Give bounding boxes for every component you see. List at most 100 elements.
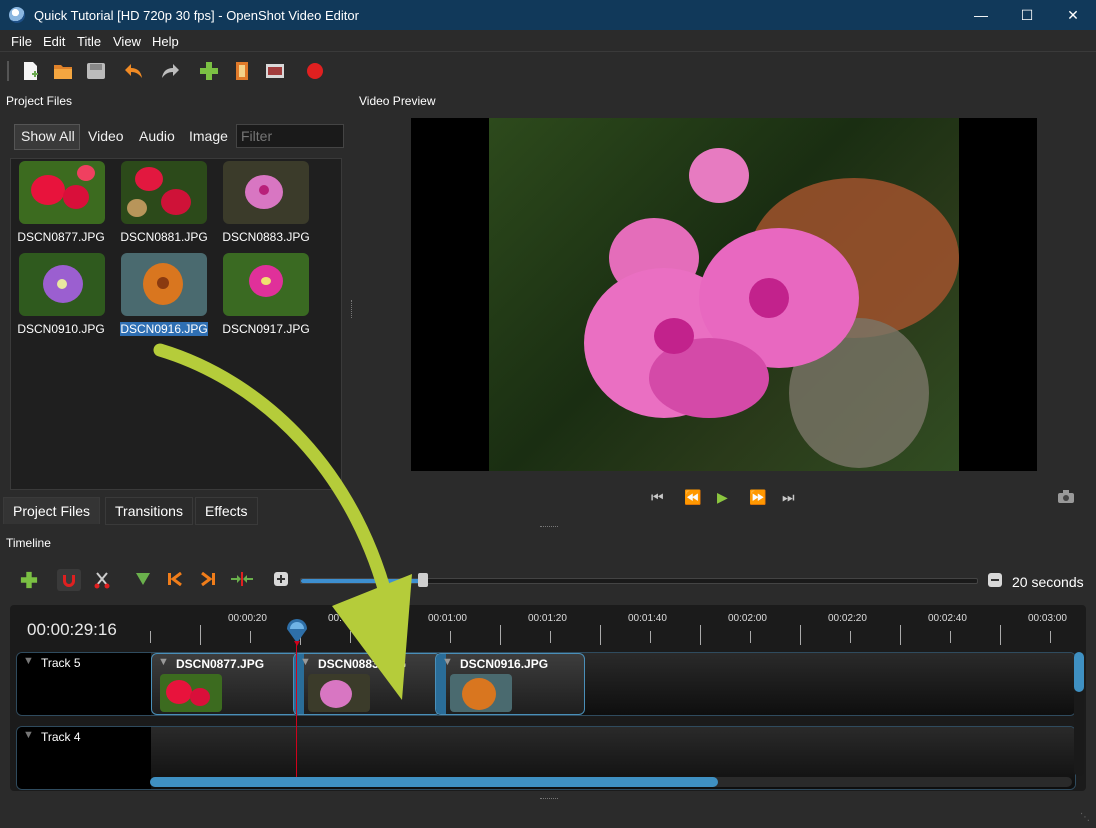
menu-help[interactable]: Help (152, 34, 179, 49)
timeline-area[interactable]: 00:00:29:16 00:00:20 00:00:40 00:01:00 0… (10, 605, 1086, 791)
file-thumbnail[interactable] (121, 253, 207, 316)
clip-thumbnail (160, 674, 222, 712)
ruler-label: 00:02:00 (728, 613, 767, 624)
clip-title: DSCN0883.JPG (318, 657, 407, 671)
jump-end-icon: ⏭ (782, 489, 795, 505)
file-thumbnail[interactable] (19, 161, 105, 224)
clip-thumbnail (450, 674, 512, 712)
menu-edit[interactable]: Edit (43, 34, 65, 49)
menu-view[interactable]: View (113, 34, 141, 49)
clip-title: DSCN0877.JPG (176, 657, 265, 671)
file-thumbnail[interactable] (121, 161, 207, 224)
track-collapse-icon[interactable]: ▼ (23, 655, 34, 667)
ruler-tick (400, 625, 401, 645)
file-thumbnail[interactable] (19, 253, 105, 316)
file-label: DSCN0910.JPG (17, 322, 105, 336)
track-5[interactable]: ▼ Track 5 ▼ DSCN0877.JPG ▼ DSCN0883.JPG … (16, 652, 1076, 716)
save-project-icon[interactable] (86, 61, 106, 81)
clip-menu-icon[interactable]: ▼ (442, 656, 453, 668)
main-toolbar (0, 51, 1096, 90)
timeline-clip[interactable]: ▼ DSCN0883.JPG (293, 653, 441, 715)
filter-audio[interactable]: Audio (134, 124, 180, 148)
play-button[interactable]: ▶ (717, 489, 728, 506)
video-preview-canvas[interactable] (411, 118, 1037, 471)
vertical-scrollbar[interactable] (1074, 652, 1084, 776)
ruler-tick (850, 631, 851, 643)
clip-menu-icon[interactable]: ▼ (158, 656, 169, 668)
jump-start-button[interactable]: ⏮ (651, 489, 664, 506)
resize-grip-icon[interactable]: ⋱ (1080, 812, 1090, 823)
horizontal-splitter[interactable] (540, 526, 558, 527)
horizontal-scrollbar-thumb[interactable] (150, 777, 718, 787)
minimize-icon: — (974, 7, 988, 23)
rewind-button[interactable]: ⏪ (684, 489, 701, 506)
ruler-label: 00:00:40 (328, 613, 367, 624)
redo-icon[interactable] (160, 61, 180, 81)
center-playhead-icon[interactable] (230, 572, 254, 586)
jump-start-icon: ⏮ (651, 489, 664, 505)
tab-effects[interactable]: Effects (195, 497, 258, 525)
ruler-label: 00:02:20 (828, 613, 867, 624)
razor-icon[interactable] (94, 571, 110, 589)
file-thumbnail[interactable] (223, 161, 309, 224)
track-header[interactable]: ▼ Track 4 (17, 727, 151, 789)
timeline-clip[interactable]: ▼ DSCN0877.JPG (151, 653, 299, 715)
open-project-icon[interactable] (53, 61, 73, 81)
add-track-icon[interactable] (20, 571, 38, 589)
tab-project-files[interactable]: Project Files (3, 497, 101, 524)
ruler-label: 00:01:20 (528, 613, 567, 624)
zoom-in-icon[interactable] (988, 573, 1002, 587)
ruler-tick (700, 625, 701, 645)
zoom-slider[interactable] (300, 573, 978, 587)
ruler-tick (650, 631, 651, 643)
ruler-label: 00:01:40 (628, 613, 667, 624)
menu-title[interactable]: Title (77, 34, 101, 49)
tab-transitions[interactable]: Transitions (105, 497, 193, 525)
fast-forward-button[interactable]: ⏩ (749, 489, 766, 506)
current-time-display: 00:00:29:16 (27, 620, 117, 639)
new-project-icon[interactable] (20, 61, 40, 81)
file-thumbnail[interactable] (223, 253, 309, 316)
clip-thumbnail (308, 674, 370, 712)
panel-splitter[interactable] (351, 300, 355, 318)
zoom-slider-handle[interactable] (417, 573, 428, 587)
add-marker-icon[interactable] (135, 572, 151, 586)
fullscreen-icon[interactable] (265, 61, 285, 81)
zoom-out-icon[interactable] (274, 572, 288, 586)
file-label: DSCN0917.JPG (222, 322, 310, 336)
track-collapse-icon[interactable]: ▼ (23, 729, 34, 741)
export-video-icon[interactable] (305, 61, 325, 81)
undo-icon[interactable] (124, 61, 144, 81)
close-button[interactable]: ✕ (1050, 0, 1096, 30)
filter-video[interactable]: Video (83, 124, 129, 148)
maximize-button[interactable]: ☐ (1004, 0, 1050, 30)
ruler-tick (450, 631, 451, 643)
ruler-tick (550, 631, 551, 643)
camera-icon[interactable] (1058, 490, 1074, 503)
snapping-icon[interactable] (57, 569, 81, 591)
filter-show-all[interactable]: Show All (16, 124, 80, 148)
jump-end-button[interactable]: ⏭ (782, 489, 795, 506)
filter-input[interactable] (236, 124, 344, 148)
ruler-tick (900, 625, 901, 645)
timeline-clip[interactable]: ▼ DSCN0916.JPG (435, 653, 585, 715)
ruler-label: 00:03:00 (1028, 613, 1067, 624)
next-marker-icon[interactable] (200, 572, 216, 586)
timeline-heading: Timeline (6, 536, 51, 550)
bottom-splitter[interactable] (540, 798, 558, 799)
import-files-icon[interactable] (199, 61, 219, 81)
filter-image[interactable]: Image (184, 124, 233, 148)
ruler-tick (950, 631, 951, 643)
clip-menu-icon[interactable]: ▼ (300, 656, 311, 668)
vertical-scrollbar-thumb[interactable] (1074, 652, 1084, 692)
menu-file[interactable]: File (11, 34, 32, 49)
track-name: Track 5 (41, 656, 81, 670)
previous-marker-icon[interactable] (167, 572, 183, 586)
playhead-handle-icon[interactable] (285, 617, 309, 647)
track-name: Track 4 (41, 730, 81, 744)
horizontal-scrollbar[interactable] (150, 777, 1072, 787)
project-files-list[interactable]: DSCN0877.JPG DSCN0881.JPG DSCN0883.JPG D… (10, 158, 342, 490)
track-header[interactable]: ▼ Track 5 (17, 653, 151, 715)
profile-icon[interactable] (232, 61, 252, 81)
minimize-button[interactable]: — (958, 0, 1004, 30)
